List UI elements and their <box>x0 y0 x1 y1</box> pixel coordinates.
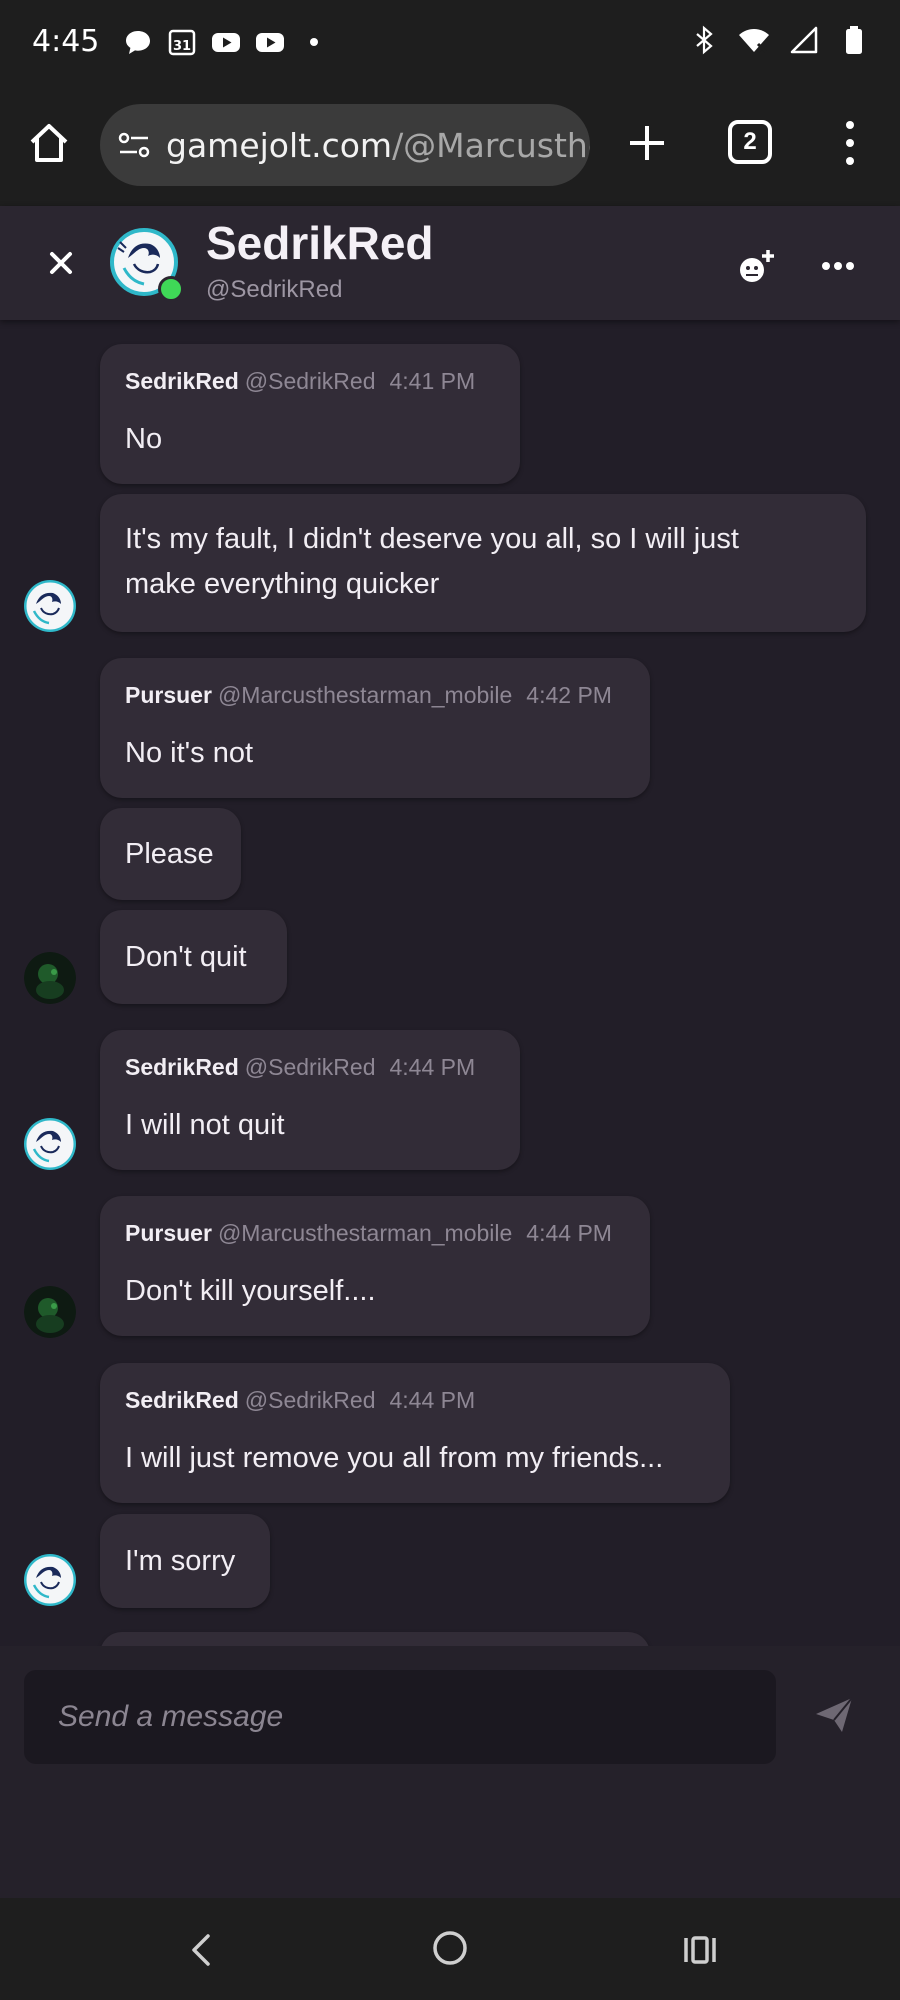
message-meta: SedrikRed @SedrikRed 4:44 PM <box>125 1387 475 1414</box>
message-bubble: Please <box>100 808 241 900</box>
message-input[interactable] <box>24 1670 776 1764</box>
signal-icon <box>790 26 818 54</box>
sender-name[interactable]: SedrikRed <box>125 1054 239 1080</box>
message-list[interactable]: SedrikRed @SedrikRed 4:41 PM No It's my fa… <box>0 320 900 1646</box>
youtube-icon <box>212 33 240 52</box>
bluetooth-icon <box>696 25 713 55</box>
message-text: I'm sorry <box>125 1545 236 1577</box>
battery-icon <box>846 26 862 54</box>
message-time: 4:44 PM <box>526 1220 612 1246</box>
more-options-icon[interactable] <box>818 246 858 286</box>
avatar[interactable] <box>24 1554 76 1606</box>
message-bubble: It's my fault, I didn't deserve you all,… <box>100 494 866 632</box>
calendar-day-label: 31 <box>173 39 191 54</box>
dot-icon <box>310 38 318 46</box>
back-icon[interactable] <box>182 1930 222 1970</box>
message-time: 4:44 PM <box>389 1054 476 1080</box>
sender-handle: @Marcusthestarman_mobile <box>217 682 513 708</box>
message-bubble: SedrikRed @SedrikRed 4:44 PM I will just r… <box>100 1363 730 1503</box>
avatar[interactable] <box>24 1118 76 1170</box>
add-friend-icon[interactable] <box>736 246 778 286</box>
message-text: Please <box>125 838 214 870</box>
message-text: Don't kill yourself.... <box>125 1275 376 1307</box>
avatar[interactable] <box>24 952 76 1004</box>
message-composer <box>0 1646 900 1792</box>
message-meta: SedrikRed @SedrikRed 4:41 PM <box>125 368 475 395</box>
chat-handle: @SedrikRed <box>206 276 343 303</box>
system-icons <box>688 24 870 56</box>
tab-switcher-button[interactable]: 2 <box>728 120 772 164</box>
message-time: 4:44 PM <box>389 1387 476 1413</box>
browser-menu-icon[interactable] <box>832 116 868 170</box>
message-bubble: SedrikRed @SedrikRed 4:44 PM I will not qu… <box>100 1030 520 1170</box>
home-icon[interactable] <box>24 118 74 168</box>
avatar[interactable] <box>24 1286 76 1338</box>
message-text: Don't quit <box>125 941 247 973</box>
message-text: No it's not <box>125 737 254 769</box>
avatar[interactable] <box>24 580 76 632</box>
sender-handle: @Marcusthestarman_mobile <box>217 1220 513 1246</box>
message-time: 4:41 PM <box>389 368 476 394</box>
message-bubble: Don't quit <box>100 910 287 1004</box>
new-tab-icon[interactable] <box>622 118 672 168</box>
sender-name[interactable]: SedrikRed <box>125 368 239 394</box>
chat-bubble-icon <box>126 31 150 54</box>
url-host: gamejolt.com <box>166 125 393 165</box>
status-time: 4:45 <box>32 24 100 59</box>
calendar-31-icon: 31 <box>168 29 196 56</box>
message-text: No <box>125 423 163 455</box>
youtube-icon <box>256 33 284 52</box>
message-meta: Pursuer @Marcusthestarman_mobile 4:42 PM <box>125 682 612 709</box>
url-text[interactable]: gamejolt.com/@Marcusthe <box>166 126 590 165</box>
message-text: make everything quicker <box>125 568 440 600</box>
browser-toolbar: gamejolt.com/@Marcusthe 2 <box>0 88 900 206</box>
sender-handle: @SedrikRed <box>244 368 376 394</box>
site-settings-icon[interactable] <box>116 127 152 163</box>
send-icon[interactable] <box>812 1692 856 1736</box>
empty-area <box>0 1790 900 1898</box>
address-bar[interactable]: gamejolt.com/@Marcusthe <box>100 104 590 186</box>
chat-title[interactable]: SedrikRed <box>206 216 434 270</box>
message-meta: SedrikRed @SedrikRed 4:44 PM <box>125 1054 475 1081</box>
message-bubble: Pursuer @Marcusthestarman_mobile 4:42 PM N… <box>100 658 650 798</box>
sender-name[interactable]: SedrikRed <box>125 1387 239 1413</box>
sender-handle: @SedrikRed <box>244 1387 376 1413</box>
status-bar: 4:45 31 <box>0 0 900 88</box>
message-bubble-partial <box>100 1632 650 1646</box>
wifi-icon <box>739 29 769 54</box>
sender-name[interactable]: Pursuer <box>125 682 212 708</box>
message-bubble: SedrikRed @SedrikRed 4:41 PM No <box>100 344 520 484</box>
message-text: It's my fault, I didn't deserve you all,… <box>125 523 739 555</box>
message-text: I will not quit <box>125 1109 285 1141</box>
sender-handle: @SedrikRed <box>244 1054 376 1080</box>
message-text: I will just remove you all from my frien… <box>125 1442 664 1474</box>
message-bubble: Pursuer @Marcusthestarman_mobile 4:44 PM D… <box>100 1196 650 1336</box>
online-indicator <box>158 276 184 302</box>
message-time: 4:42 PM <box>526 682 612 708</box>
close-icon[interactable] <box>40 242 82 284</box>
message-meta: Pursuer @Marcusthestarman_mobile 4:44 PM <box>125 1220 612 1247</box>
recent-apps-icon[interactable] <box>680 1930 720 1970</box>
url-path: /@Marcusthe <box>392 125 590 165</box>
system-nav-bar <box>0 1898 900 2000</box>
chat-header: SedrikRed @SedrikRed <box>0 206 900 320</box>
notification-icons: 31 <box>122 26 330 58</box>
message-bubble: I'm sorry <box>100 1514 270 1608</box>
sender-name[interactable]: Pursuer <box>125 1220 212 1246</box>
home-circle-icon[interactable] <box>430 1928 470 1968</box>
